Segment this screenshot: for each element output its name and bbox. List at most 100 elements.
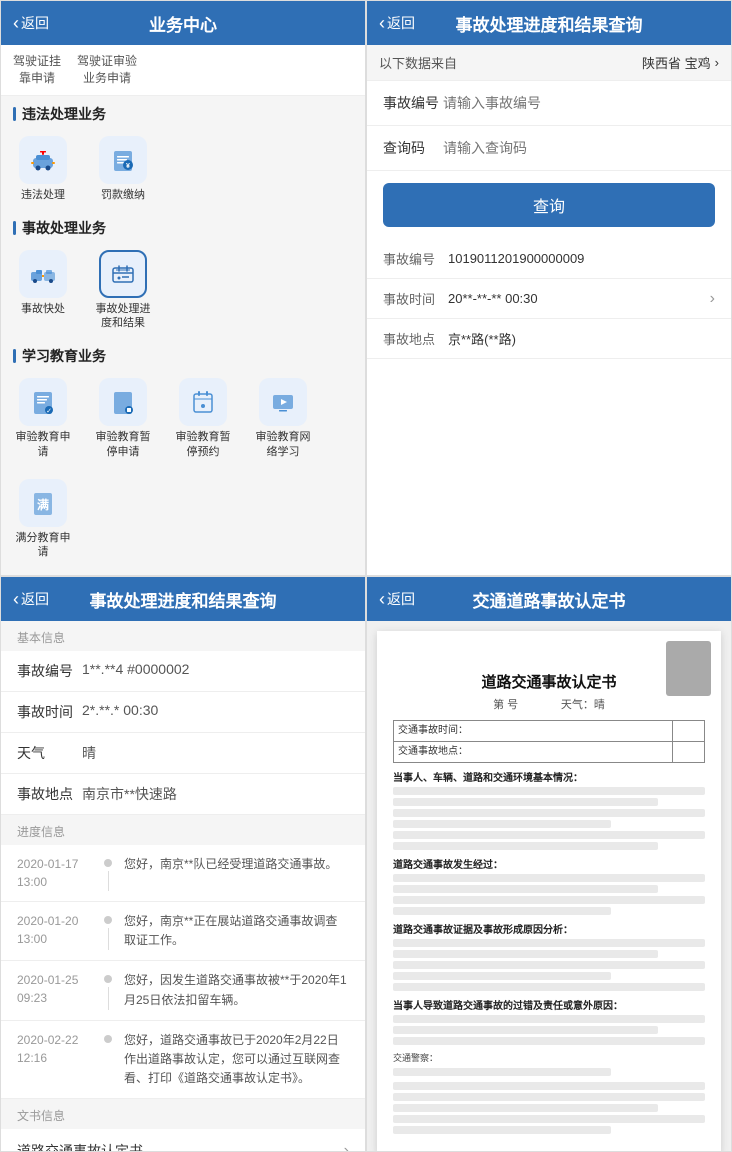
blur-19 [393, 1068, 611, 1076]
panel-business-center: ‹ 返回 业务中心 驾驶证挂靠申请 驾驶证审验业务申请 违法处理业务 [0, 0, 366, 576]
doc-parties-title: 当事人、车辆、道路和交通环境基本情况： [393, 769, 705, 784]
blur-9 [393, 896, 705, 904]
progress-line-1 [108, 871, 109, 891]
doc-section-bottom [393, 1082, 705, 1134]
location-arrow-icon: › [715, 55, 719, 70]
result-label-1: 事故编号 [383, 249, 448, 268]
item-violation-handle[interactable]: 违法处理 [13, 136, 73, 202]
blur-15 [393, 983, 705, 991]
basic-info-section: 基本信息 [1, 621, 365, 651]
item-accident-quick[interactable]: 事故快处 [13, 250, 73, 331]
blur-12 [393, 950, 658, 958]
back-label-3: 返回 [21, 589, 49, 609]
blur-10 [393, 907, 611, 915]
doc-row-cert[interactable]: 道路交通事故认定书 › [1, 1129, 365, 1151]
document-preview: 道路交通事故认定书 第 号 天气：晴 交通事故时间： 交通事故地点： [377, 631, 721, 1151]
detail-value-location: 南京市**快速路 [82, 784, 349, 804]
accident-number-input[interactable] [443, 95, 715, 111]
result-arrow-icon-2: › [710, 290, 715, 308]
nav-bar-1: ‹ 返回 业务中心 [1, 1, 365, 45]
top-link-license-verify[interactable]: 驾驶证审验业务申请 [77, 53, 137, 87]
item-edu-exam-stop[interactable]: 审验教育暂停申请 [93, 378, 153, 459]
doc-arrow-icon: › [344, 1142, 349, 1151]
progress-dot-col-1 [104, 855, 112, 891]
item-fine-pay[interactable]: ¥ 罚款缴纳 [93, 136, 153, 202]
progress-section: 进度信息 [1, 815, 365, 845]
nav-title-2: 事故处理进度和结果查询 [456, 11, 643, 36]
progress-item-4: 2020-02-2212:16 您好，道路交通事故已于2020年2月22日作出道… [1, 1021, 365, 1100]
doc-table: 交通事故时间： 交通事故地点： [393, 720, 705, 763]
result-inner-1: 事故编号 1019011201900000009 [383, 249, 715, 268]
result-value-1: 1019011201900000009 [448, 251, 715, 266]
education-items-1: ✓ 审验教育申请 审验教育暂停申请 [1, 370, 365, 567]
accident-progress-label: 事故处理进度和结果 [93, 302, 153, 331]
doc-signature-text: 交通警察： [393, 1051, 705, 1065]
detail-label-time: 事故时间 [17, 702, 82, 722]
edu-exam-stop-icon-box [99, 378, 147, 426]
blur-4 [393, 820, 611, 828]
back-arrow-icon-1: ‹ [13, 13, 19, 34]
accident-quick-icon-box [19, 250, 67, 298]
progress-dot-2 [104, 916, 112, 924]
location-prefix: 以下数据来自 [379, 53, 457, 72]
basic-info-title: 基本信息 [17, 631, 65, 645]
edu-online-label: 审验教育网络学习 [253, 430, 313, 459]
item-edu-full-apply[interactable]: 满 满分教育申请 [13, 479, 73, 560]
detail-label-number: 事故编号 [17, 661, 82, 681]
accident-items: 事故快处 事故处理进度和结果 [1, 242, 365, 339]
doc-subtitle: 第 号 天气：晴 [393, 696, 705, 712]
top-link-license-hang[interactable]: 驾驶证挂靠申请 [13, 53, 61, 87]
back-label-2: 返回 [387, 13, 415, 33]
detail-value-number: 1**.**4 #0000002 [82, 661, 349, 681]
progress-dot-col-2 [104, 912, 112, 950]
query-code-field-row: 查询码 [367, 126, 731, 171]
location-bar: 以下数据来自 陕西省 宝鸡 › [367, 45, 731, 81]
doc-table-cell-location-label: 交通事故地点： [394, 742, 673, 763]
back-button-4[interactable]: ‹ 返回 [379, 589, 415, 610]
detail-value-weather: 晴 [82, 743, 349, 763]
blur-24 [393, 1126, 611, 1134]
accident-quick-icon [29, 260, 57, 288]
back-button-2[interactable]: ‹ 返回 [379, 13, 415, 34]
fine-pay-icon: ¥ [109, 146, 137, 174]
blur-6 [393, 842, 658, 850]
nav-bar-2: ‹ 返回 事故处理进度和结果查询 [367, 1, 731, 45]
item-edu-online[interactable]: 审验教育网络学习 [253, 378, 313, 459]
content-3: 基本信息 事故编号 1**.**4 #0000002 事故时间 2*.**.* … [1, 621, 365, 1151]
result-value-2: 20**-**-** 00:30 [448, 291, 710, 306]
location-value: 陕西省 宝鸡 [642, 53, 711, 72]
item-accident-progress[interactable]: 事故处理进度和结果 [93, 250, 153, 331]
location-right[interactable]: 陕西省 宝鸡 › [642, 53, 719, 72]
progress-text-4: 您好，道路交通事故已于2020年2月22日作出道路事故认定，您可以通过互联网查看… [124, 1031, 349, 1089]
section-bar-education [13, 349, 16, 363]
doc-cert-name: 道路交通事故认定书 [17, 1141, 143, 1151]
result-inner-3: 事故地点 京**路(**路) [383, 329, 715, 348]
edu-exam-apply-icon: ✓ [29, 388, 57, 416]
doc-main-title: 道路交通事故认定书 [393, 671, 705, 692]
progress-dot-3 [104, 975, 112, 983]
item-edu-exam-apply[interactable]: ✓ 审验教育申请 [13, 378, 73, 459]
accident-progress-icon [109, 260, 137, 288]
nav-title-4: 交通道路事故认定书 [473, 587, 626, 612]
progress-item-2: 2020-01-2013:00 您好，南京**正在展站道路交通事故调查取证工作。 [1, 902, 365, 961]
back-button-3[interactable]: ‹ 返回 [13, 589, 49, 610]
progress-date-3: 2020-01-2509:23 [17, 971, 92, 1009]
doc-section-process: 道路交通事故发生经过： [393, 856, 705, 915]
top-links: 驾驶证挂靠申请 驾驶证审验业务申请 [1, 45, 365, 96]
query-code-input[interactable] [443, 140, 715, 156]
content-4: 道路交通事故认定书 第 号 天气：晴 交通事故时间： 交通事故地点： [367, 621, 731, 1151]
blur-5 [393, 831, 705, 839]
edu-exam-apply-label: 审验教育申请 [13, 430, 73, 459]
item-edu-exam-reserve[interactable]: 审验教育暂停预约 [173, 378, 233, 459]
content-2: 以下数据来自 陕西省 宝鸡 › 事故编号 查询码 查询 事故编号 [367, 45, 731, 575]
result-label-2: 事故时间 [383, 289, 448, 308]
result-row-accident-time[interactable]: 事故时间 20**-**-** 00:30 › [367, 279, 731, 319]
back-button-1[interactable]: ‹ 返回 [13, 13, 49, 34]
detail-location: 事故地点 南京市**快速路 [1, 774, 365, 815]
progress-section-title: 进度信息 [17, 825, 65, 839]
panel-accident-cert: ‹ 返回 交通道路事故认定书 道路交通事故认定书 第 号 天气：晴 交通事故时 [366, 576, 732, 1152]
detail-accident-number: 事故编号 1**.**4 #0000002 [1, 651, 365, 692]
back-arrow-icon-2: ‹ [379, 13, 385, 34]
query-button[interactable]: 查询 [383, 183, 715, 227]
edu-exam-stop-icon [109, 388, 137, 416]
